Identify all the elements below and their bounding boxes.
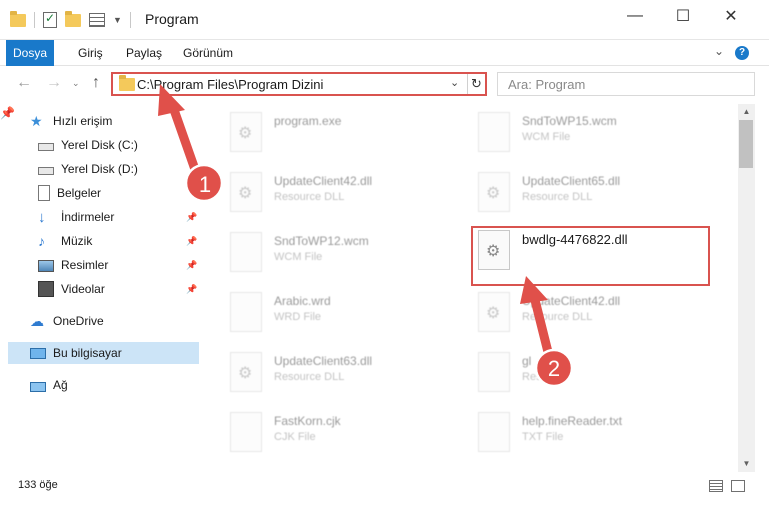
step-2-label: 2 — [547, 356, 561, 381]
details-view-icon[interactable] — [709, 480, 723, 492]
step-1-label: 1 — [198, 172, 212, 197]
arrow-2 — [520, 276, 554, 361]
status-bar: 133 öğe — [0, 474, 769, 496]
annotation-overlay — [158, 84, 574, 388]
large-icons-view-icon[interactable] — [731, 480, 745, 492]
item-count: 133 öğe — [18, 479, 58, 491]
arrow-1 — [158, 84, 203, 183]
